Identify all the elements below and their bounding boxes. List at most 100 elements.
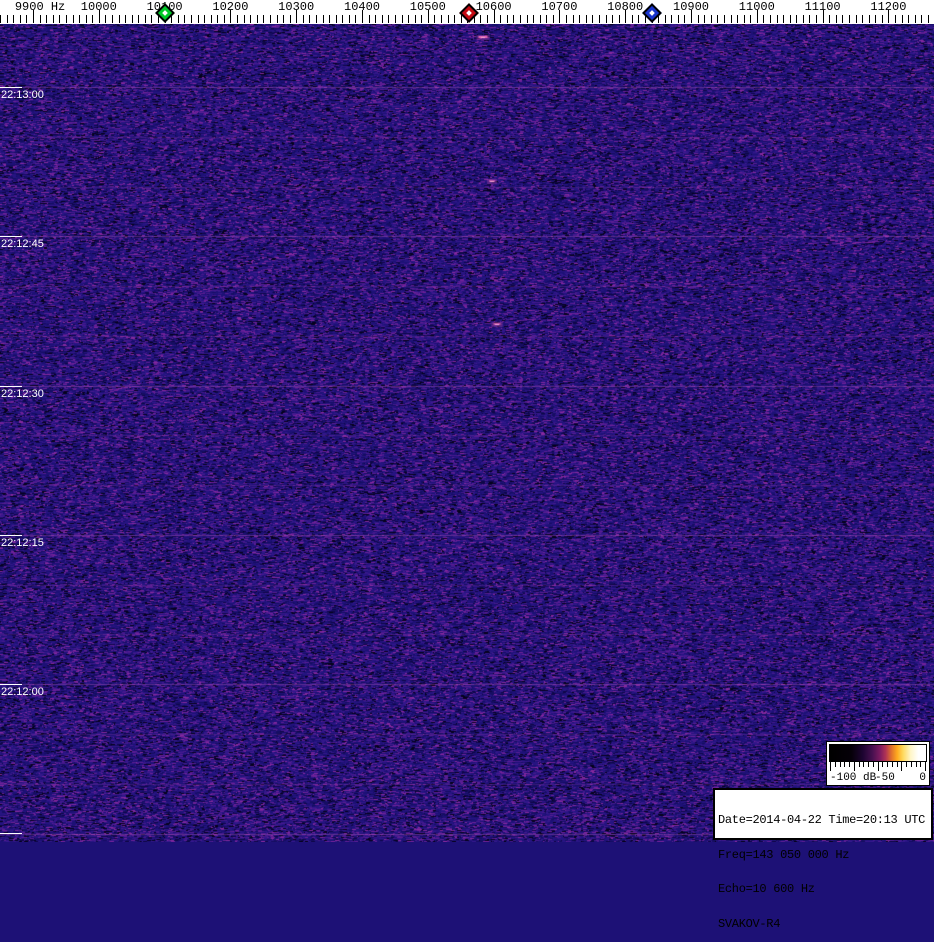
freq-minor-tick	[204, 15, 206, 23]
legend-tick	[834, 762, 836, 767]
freq-axis-label: 10400	[343, 0, 381, 14]
time-tick-line	[0, 386, 22, 387]
freq-minor-tick	[322, 15, 324, 23]
color-gradient-bar	[829, 744, 927, 762]
freq-minor-tick	[197, 15, 199, 23]
freq-minor-tick	[789, 15, 791, 23]
legend-tick	[849, 762, 850, 767]
freq-minor-tick	[144, 15, 146, 23]
freq-minor-tick	[85, 15, 87, 23]
freq-minor-tick	[842, 15, 844, 23]
freq-axis-label: 10600	[475, 0, 512, 14]
freq-minor-tick	[302, 15, 304, 23]
freq-minor-tick	[217, 15, 219, 23]
time-axis-label: 22:12:45	[1, 238, 44, 250]
freq-minor-tick	[13, 15, 15, 23]
legend-tick	[896, 762, 898, 767]
freq-minor-tick	[355, 15, 357, 23]
freq-minor-tick	[289, 15, 291, 23]
legend-tick	[853, 762, 855, 771]
freq-minor-tick	[717, 15, 719, 23]
freq-minor-tick	[737, 15, 739, 23]
legend-tick	[887, 762, 888, 767]
freq-minor-tick	[914, 15, 916, 23]
time-tick-line	[0, 236, 22, 237]
freq-minor-tick	[592, 15, 594, 23]
freq-minor-tick	[927, 15, 929, 23]
legend-tick	[920, 762, 922, 767]
freq-minor-tick	[901, 15, 903, 23]
freq-minor-tick	[118, 15, 120, 23]
freq-minor-tick	[671, 15, 673, 23]
freq-axis-label: 10700	[541, 0, 578, 14]
freq-minor-tick	[65, 15, 67, 23]
time-tick-line	[0, 833, 22, 834]
freq-minor-tick	[631, 15, 633, 23]
freq-minor-tick	[783, 15, 785, 23]
freq-minor-tick	[368, 15, 370, 23]
freq-minor-tick	[441, 15, 442, 23]
status-info-box: Date=2014-04-22 Time=20:13 UTC Freq=143 …	[713, 788, 933, 929]
legend-tick	[906, 762, 907, 767]
freq-minor-tick	[881, 15, 883, 23]
freq-minor-tick	[26, 15, 28, 23]
freq-minor-tick	[579, 15, 581, 23]
freq-minor-tick	[6, 15, 8, 23]
freq-minor-tick	[855, 15, 857, 23]
freq-minor-tick	[46, 15, 48, 23]
freq-minor-tick	[401, 15, 403, 23]
spectrum-lab-waterfall-screen: { "freq_axis": { "labels": ["9900 Hz","1…	[0, 0, 934, 929]
info-station: SVAKOV-R4	[718, 916, 781, 931]
freq-minor-tick	[105, 15, 107, 23]
freq-minor-tick	[394, 15, 396, 23]
freq-minor-tick	[862, 15, 864, 23]
freq-minor-tick	[190, 15, 192, 23]
freq-minor-tick	[684, 15, 686, 23]
freq-axis-label: 10000	[80, 0, 117, 14]
freq-minor-tick	[895, 15, 896, 23]
info-date-time: Date=2014-04-22 Time=20:13 UTC	[718, 813, 926, 827]
freq-minor-tick	[513, 15, 515, 23]
freq-minor-tick	[875, 15, 877, 23]
legend-tick	[915, 762, 917, 767]
freq-minor-tick	[421, 15, 423, 23]
freq-minor-tick	[506, 15, 508, 23]
freq-minor-tick	[598, 15, 600, 23]
freq-minor-tick	[309, 15, 311, 23]
freq-minor-tick	[868, 15, 870, 23]
legend-tick-ruler	[830, 762, 927, 771]
freq-minor-tick	[243, 15, 245, 23]
time-axis-label: 22:12:30	[1, 388, 44, 400]
freq-minor-tick	[375, 15, 377, 23]
time-tick-line	[0, 87, 22, 88]
freq-minor-tick	[329, 15, 331, 23]
freq-minor-tick	[250, 15, 252, 23]
legend-tick	[868, 762, 869, 767]
freq-minor-tick	[283, 15, 284, 23]
freq-axis-label: 10300	[278, 0, 315, 14]
freq-minor-tick	[414, 15, 416, 23]
legend-tick	[882, 762, 884, 767]
freq-minor-tick	[315, 15, 317, 23]
freq-minor-tick	[388, 15, 390, 23]
freq-minor-tick	[177, 15, 179, 23]
freq-minor-tick	[526, 15, 528, 23]
info-frequency: Freq=143 050 000 Hz	[718, 847, 850, 862]
legend-tick	[901, 762, 903, 771]
freq-minor-tick	[802, 15, 804, 23]
freq-minor-tick	[125, 15, 127, 23]
time-tick-line	[0, 535, 22, 536]
freq-minor-tick	[335, 15, 337, 23]
time-axis-overlay: 22:13:00 22:12:45 22:12:30 22:12:15 22:12:00	[0, 0, 934, 842]
freq-minor-tick	[263, 15, 265, 23]
freq-minor-tick	[519, 15, 521, 23]
freq-minor-tick	[79, 15, 81, 23]
freq-minor-tick	[605, 15, 607, 23]
freq-minor-tick	[447, 15, 449, 23]
freq-minor-tick	[342, 15, 344, 23]
blue-marker-core	[649, 10, 655, 16]
color-scale-legend: -100 dB -50 0	[826, 741, 930, 786]
freq-minor-tick	[552, 15, 554, 23]
legend-tick	[925, 762, 926, 771]
freq-minor-tick	[612, 15, 613, 23]
